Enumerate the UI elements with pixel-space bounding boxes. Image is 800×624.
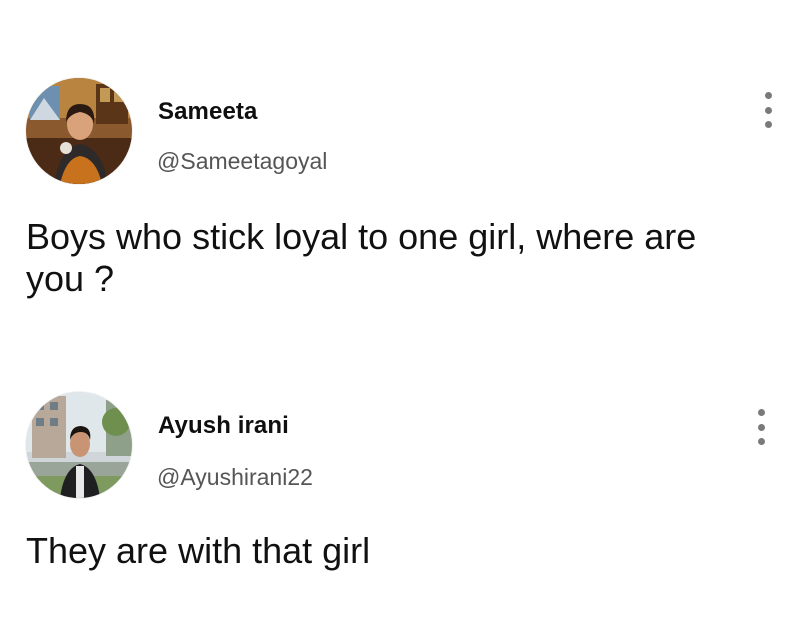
menu-dot — [757, 423, 765, 431]
display-name[interactable]: Ayush irani — [158, 412, 289, 440]
post-text: They are with that girl — [26, 530, 371, 571]
avatar-image — [26, 392, 132, 498]
menu-dot — [764, 92, 772, 99]
display-name[interactable]: Sameeta — [158, 98, 257, 126]
avatar-sameeta[interactable] — [26, 78, 132, 184]
post-text: Boys who stick loyal to one girl, where … — [26, 216, 697, 299]
more-vertical-icon[interactable] — [755, 90, 781, 130]
menu-dot — [764, 121, 772, 128]
menu-dot — [757, 438, 765, 445]
avatar-image — [26, 78, 132, 184]
menu-dot — [757, 409, 765, 416]
avatar-ayush[interactable] — [26, 392, 132, 498]
post-ayush: Ayush irani @Ayushirani22 They are with … — [0, 375, 800, 615]
more-vertical-icon[interactable] — [748, 407, 774, 447]
user-handle[interactable]: @Sameetagoyal — [157, 148, 327, 175]
user-handle[interactable]: @Ayushirani22 — [157, 464, 313, 491]
post-sameeta: Sameeta @Sameetagoyal Boys who stick loy… — [0, 0, 800, 330]
menu-dot — [764, 106, 772, 114]
